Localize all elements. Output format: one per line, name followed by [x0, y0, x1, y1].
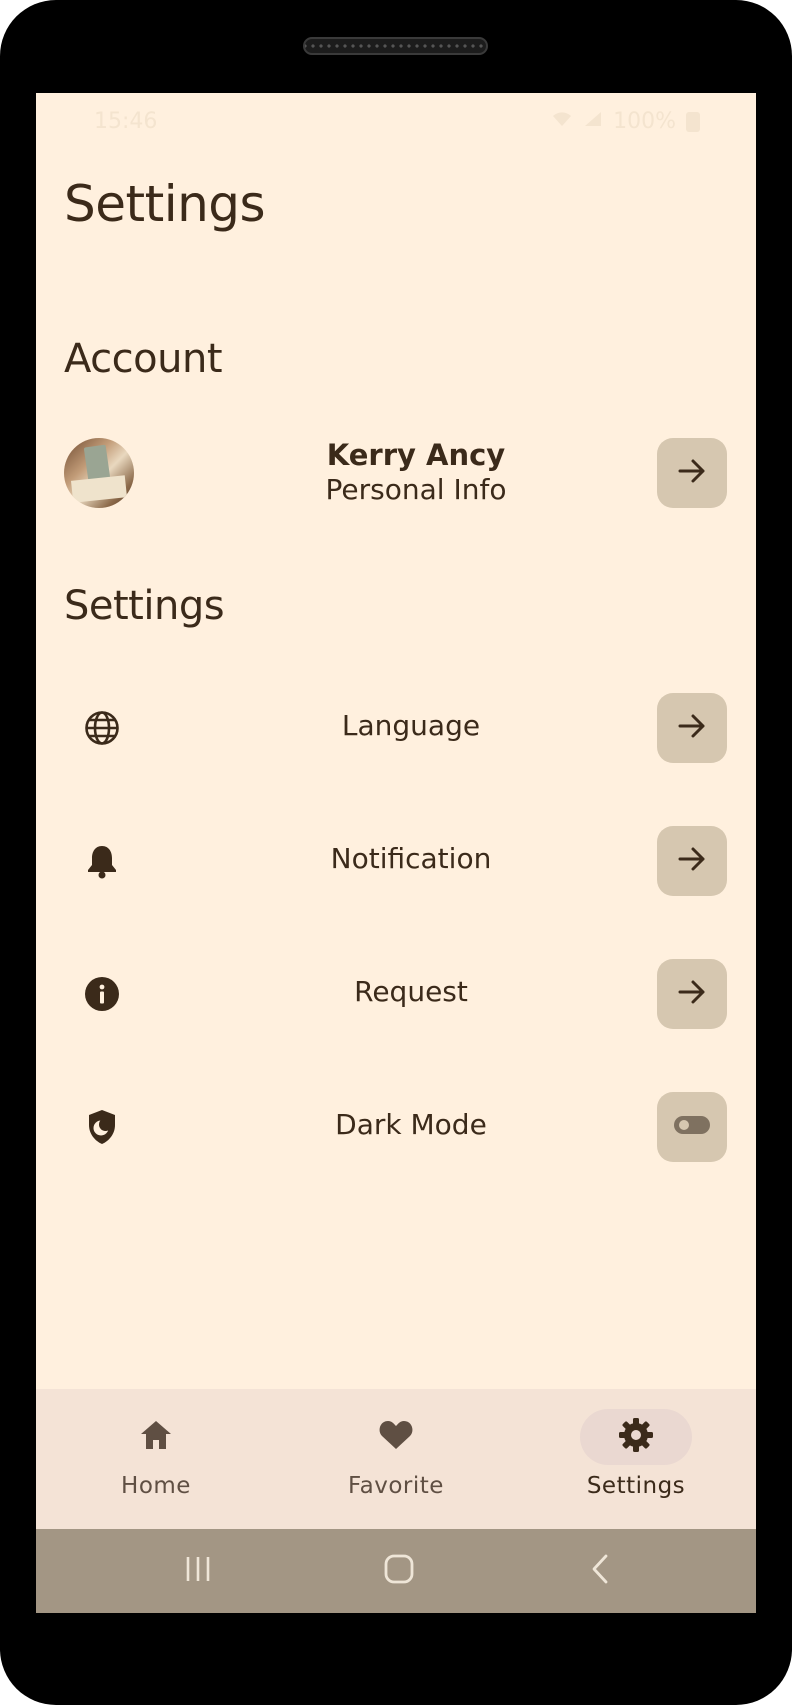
home-circle-icon: [383, 1553, 415, 1589]
status-bar: 15:46 100%: [36, 93, 756, 149]
phone-speaker: [303, 37, 488, 55]
settings-section-title: Settings: [64, 583, 225, 629]
nav-settings-pill: [580, 1409, 692, 1465]
setting-label-request: Request: [354, 975, 468, 1008]
nav-home-label: Home: [121, 1473, 191, 1499]
wifi-icon: [551, 109, 573, 134]
page-title: Settings: [64, 175, 266, 233]
info-icon: [82, 974, 122, 1014]
account-user-name: Kerry Ancy: [326, 438, 506, 472]
account-subtitle: Personal Info: [325, 473, 507, 506]
phone-frame: 15:46 100% Settings Account Kerry Ancy P…: [0, 0, 792, 1705]
gear-icon: [618, 1417, 654, 1457]
nav-favorite-label: Favorite: [348, 1473, 444, 1499]
back-chevron-icon: [588, 1553, 614, 1589]
nav-favorite-pill: [340, 1409, 452, 1465]
request-button[interactable]: [657, 959, 727, 1029]
account-section-title: Account: [64, 336, 223, 382]
recent-apps-icon: [183, 1554, 213, 1588]
toggle-icon: [673, 1114, 711, 1140]
status-time: 15:46: [94, 109, 158, 134]
app-screen: 15:46 100% Settings Account Kerry Ancy P…: [36, 93, 756, 1613]
setting-label-language: Language: [341, 709, 481, 742]
back-button[interactable]: [581, 1551, 621, 1591]
arrow-right-icon: [677, 844, 707, 878]
avatar-photo-book: [83, 444, 111, 482]
avatar-photo-page: [70, 475, 128, 503]
nav-favorite[interactable]: Favorite: [276, 1389, 516, 1529]
personal-info-button[interactable]: [657, 438, 727, 508]
bell-icon: [82, 841, 122, 881]
arrow-right-icon: [677, 711, 707, 745]
recent-apps-button[interactable]: [178, 1551, 218, 1591]
setting-label-notification: Notification: [330, 842, 492, 875]
system-navigation-bar: [36, 1529, 756, 1613]
battery-icon: [686, 111, 700, 132]
dark-mode-shield-icon: [82, 1107, 122, 1147]
account-info: Kerry Ancy Personal Info: [216, 438, 616, 508]
nav-settings-label: Settings: [586, 1473, 686, 1499]
setting-label-dark-mode: Dark Mode: [335, 1108, 487, 1141]
arrow-right-icon: [677, 456, 707, 490]
dark-mode-toggle-button[interactable]: [657, 1092, 727, 1162]
avatar[interactable]: [64, 438, 134, 508]
status-icons: 100%: [551, 109, 700, 134]
nav-home[interactable]: Home: [36, 1389, 276, 1529]
nav-home-pill: [100, 1409, 212, 1465]
notification-button[interactable]: [657, 826, 727, 896]
signal-icon: [583, 109, 603, 134]
home-system-button[interactable]: [379, 1551, 419, 1591]
arrow-right-icon: [677, 977, 707, 1011]
home-icon: [139, 1419, 173, 1455]
globe-icon: [82, 708, 122, 748]
battery-text: 100%: [613, 109, 676, 134]
language-button[interactable]: [657, 693, 727, 763]
bottom-navigation: Home Favorite Settings: [36, 1389, 756, 1529]
heart-icon: [378, 1419, 414, 1455]
nav-settings[interactable]: Settings: [516, 1389, 756, 1529]
